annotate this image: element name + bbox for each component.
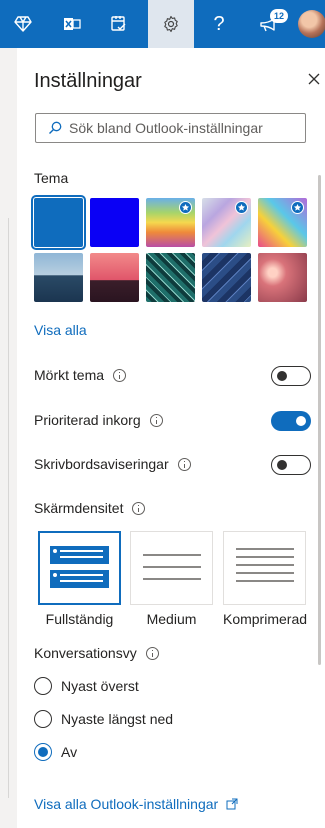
theme-swatch-dark-blue[interactable]: [90, 198, 139, 247]
settings-search-input[interactable]: [69, 120, 299, 136]
focused-inbox-row: Prioriterad inkorg: [34, 412, 163, 428]
dark-theme-label: Mörkt tema: [34, 367, 105, 383]
close-icon[interactable]: [305, 70, 323, 88]
radio-label-newest-at-bottom[interactable]: Nyaste längst ned: [61, 711, 173, 727]
density-option-full[interactable]: [38, 531, 121, 605]
radio-newest-at-bottom[interactable]: [34, 710, 52, 728]
theme-swatch-palms[interactable]: [90, 253, 139, 302]
premium-star-icon: [235, 201, 248, 214]
theme-swatch-innovation[interactable]: [202, 253, 251, 302]
medium-density-icon: [143, 554, 201, 580]
conversation-heading-row: Konversationsvy: [34, 645, 159, 661]
left-pane-edge: [0, 48, 17, 828]
density-heading: Skärmdensitet: [34, 500, 124, 516]
desktop-notifications-toggle[interactable]: [271, 455, 311, 475]
desktop-notifications-label: Skrivbordsaviseringar: [34, 456, 169, 472]
gear-icon: [164, 15, 178, 33]
theme-swatch-circuit[interactable]: [146, 253, 195, 302]
premium-star-icon: [291, 201, 304, 214]
info-icon[interactable]: [149, 413, 163, 427]
info-icon[interactable]: [145, 646, 159, 660]
my-day-button[interactable]: [96, 0, 142, 48]
theme-swatch-bokeh[interactable]: [258, 253, 307, 302]
panel-title: Inställningar: [34, 70, 142, 92]
density-heading-row: Skärmdensitet: [34, 500, 146, 516]
theme-swatch-blue[interactable]: [31, 195, 86, 250]
radio-off[interactable]: [34, 743, 52, 761]
mail-check-icon: [111, 16, 126, 31]
radio-newest-on-top[interactable]: [34, 677, 52, 695]
diamond-icon: [14, 16, 32, 32]
theme-swatch-rainbow[interactable]: [146, 198, 195, 247]
radio-label-newest-on-top[interactable]: Nyast överst: [61, 678, 139, 694]
info-icon[interactable]: [132, 501, 146, 515]
top-bar: ? 12: [0, 0, 325, 48]
info-icon[interactable]: [177, 457, 191, 471]
excel-app-button[interactable]: [49, 0, 95, 48]
focused-inbox-toggle[interactable]: [271, 411, 311, 431]
theme-swatch-pride[interactable]: [258, 198, 307, 247]
view-all-outlook-settings-label: Visa alla Outlook-inställningar: [34, 796, 219, 812]
premium-star-icon: [179, 201, 192, 214]
density-label-medium: Medium: [146, 611, 197, 627]
desktop-notifications-row: Skrivbordsaviseringar: [34, 456, 191, 472]
radio-label-off[interactable]: Av: [61, 744, 77, 760]
density-label-compact: Komprimerad: [222, 611, 308, 627]
open-external-icon: [226, 798, 238, 810]
theme-swatch-mountain[interactable]: [34, 253, 83, 302]
whats-new-button[interactable]: [246, 0, 292, 48]
view-all-themes-link[interactable]: Visa alla: [34, 322, 87, 338]
view-all-outlook-settings-link[interactable]: Visa alla Outlook-inställningar: [34, 796, 238, 812]
compact-density-icon: [236, 548, 294, 582]
theme-heading: Tema: [34, 170, 69, 186]
theme-swatch-pastel-waves[interactable]: [202, 198, 251, 247]
avatar[interactable]: [298, 10, 325, 38]
settings-search-box[interactable]: [35, 113, 306, 143]
focused-inbox-label: Prioriterad inkorg: [34, 412, 141, 428]
help-button[interactable]: ?: [196, 0, 242, 48]
dark-theme-toggle[interactable]: [271, 366, 311, 386]
info-icon[interactable]: [113, 368, 127, 382]
excel-icon: [64, 18, 81, 30]
density-option-medium[interactable]: [130, 531, 213, 605]
notification-count-badge: 12: [270, 9, 288, 23]
settings-button[interactable]: [148, 0, 194, 48]
scrollbar[interactable]: [318, 175, 321, 665]
full-density-icon: [50, 546, 109, 588]
help-icon: ?: [213, 12, 225, 35]
search-icon: [49, 121, 62, 134]
dark-theme-row: Mörkt tema: [34, 367, 127, 383]
conversation-heading: Konversationsvy: [34, 645, 137, 661]
premium-diamond-button[interactable]: [0, 0, 46, 48]
density-option-compact[interactable]: [223, 531, 306, 605]
density-label-full: Fullständig: [45, 611, 114, 627]
